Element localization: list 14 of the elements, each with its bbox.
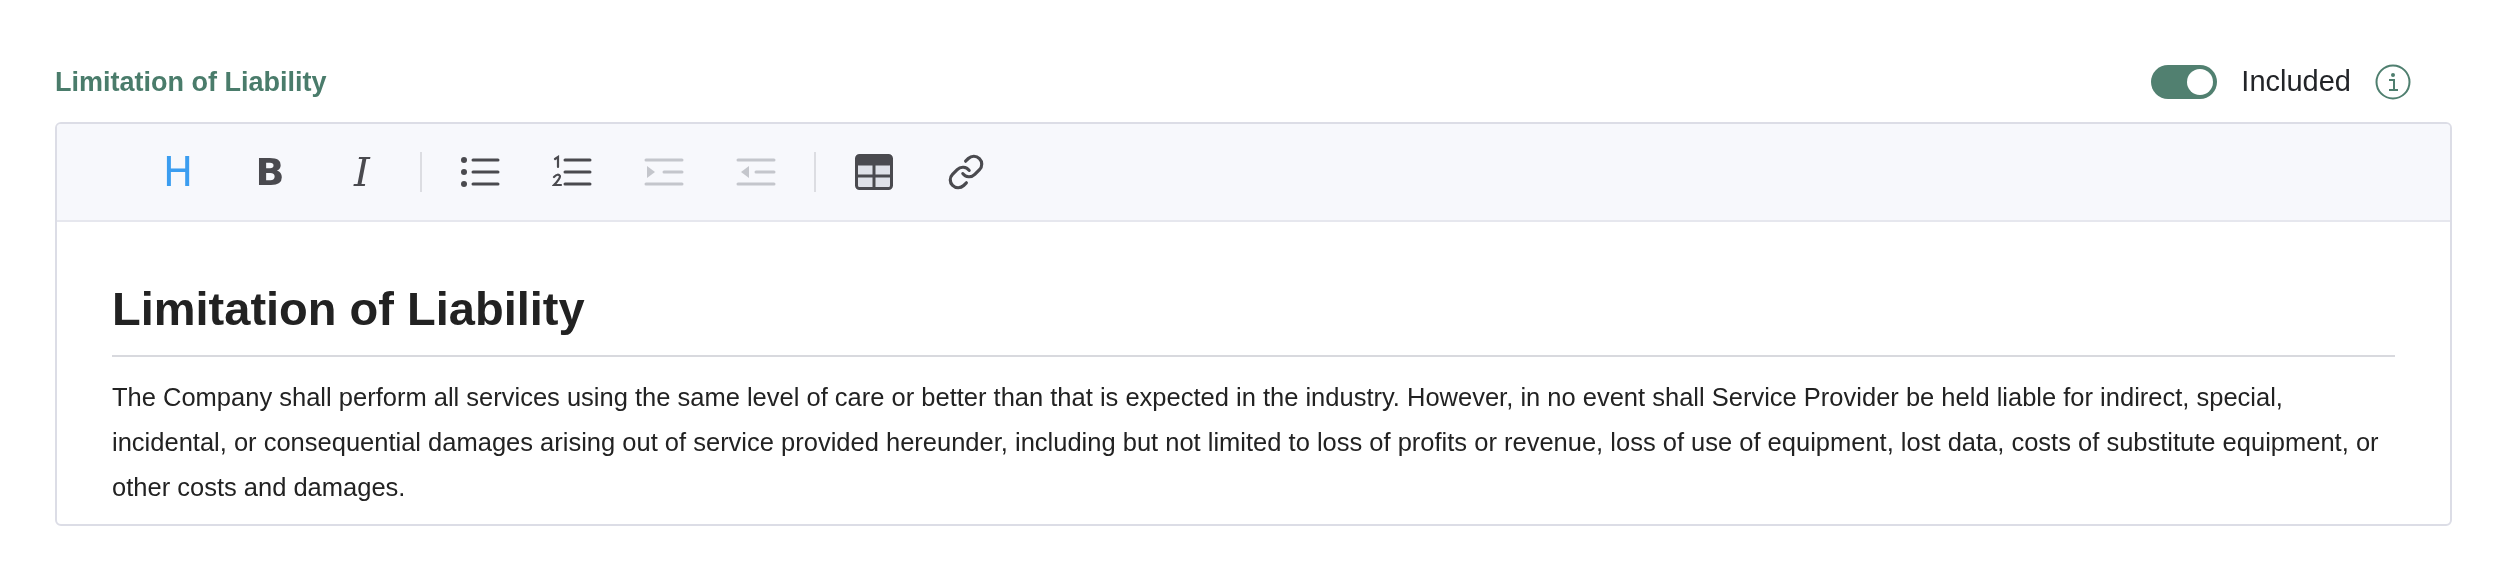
bullet-list-icon (460, 156, 500, 188)
body-paragraph: The Company shall perform all services using the same level of care or better than that is expected in the industry. However, in no event shall Service Provider be held liable for indirect, special, incidental, or consequential damages arising out of service provided hereunder, including but not limited to loss of profits or revenue, loss of use of equipment, lost data, costs of substitute equipment, or other costs and damages. (112, 381, 2380, 503)
numbered-list-icon (552, 155, 592, 189)
bold-button[interactable]: B (240, 142, 300, 202)
italic-button[interactable]: I (332, 142, 392, 202)
toggle-switch[interactable] (2151, 65, 2218, 99)
indent-icon (644, 157, 684, 187)
info-icon[interactable] (2375, 64, 2411, 100)
outdent-icon (736, 157, 776, 187)
toggle-label: Included (2241, 64, 2351, 100)
table-icon (855, 154, 893, 190)
link-icon (947, 153, 985, 191)
section-title: Limitation of Liability (55, 65, 327, 99)
content-heading: Limitation of Liability (112, 274, 2395, 357)
